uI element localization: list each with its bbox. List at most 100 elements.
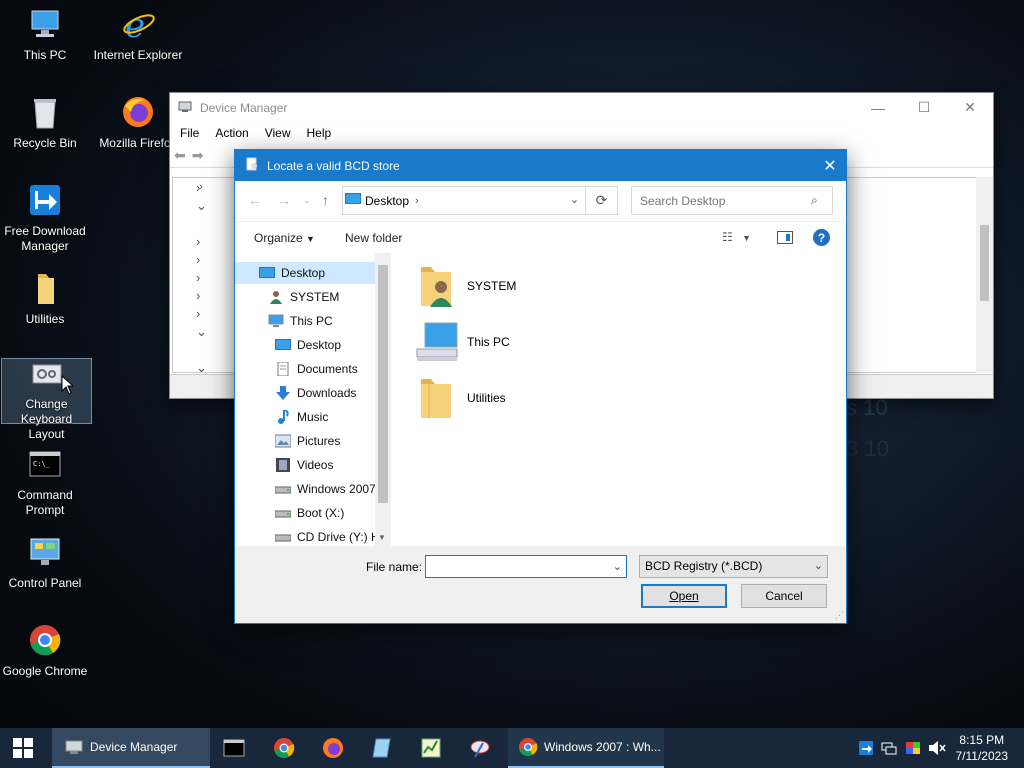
desktop-icon-control-panel[interactable]: Control Panel xyxy=(0,534,90,591)
taskbar-chrome[interactable] xyxy=(272,728,296,768)
nav-item-pictures[interactable]: Pictures xyxy=(274,430,340,452)
change-view-button[interactable]: ☷ ▼ xyxy=(722,230,751,244)
computer-icon xyxy=(27,6,63,42)
nav-item-this-pc[interactable]: This PC xyxy=(268,310,333,332)
desktop-icon-change-keyboard-layout[interactable]: Change Keyboard Layout xyxy=(1,358,92,441)
start-button[interactable] xyxy=(12,728,34,768)
chevron-right-icon[interactable]: › xyxy=(415,195,419,207)
nav-item-boot-drive[interactable]: Boot (X:) xyxy=(274,502,344,524)
scrollbar-thumb[interactable] xyxy=(980,225,989,301)
menu-help[interactable]: Help xyxy=(299,126,340,140)
search-input[interactable] xyxy=(631,186,833,215)
organize-button[interactable]: Organize ▼ xyxy=(254,231,315,245)
chevron-down-icon[interactable]: ⌄ xyxy=(814,556,823,577)
taskbar-notes[interactable] xyxy=(370,728,394,768)
nav-item-music[interactable]: Music xyxy=(275,406,328,428)
refresh-button[interactable]: ⟳ xyxy=(586,186,618,215)
desktop-icon-utilities[interactable]: Utilities xyxy=(0,270,90,327)
minimize-button[interactable]: — xyxy=(855,93,901,122)
nav-item-cd-drive[interactable]: CD Drive (Y:) H xyxy=(274,526,380,546)
chevron-down-icon[interactable]: ⌄ xyxy=(196,323,207,341)
cancel-button[interactable]: Cancel xyxy=(741,584,827,608)
file-type-select[interactable]: BCD Registry (*.BCD) ⌄ xyxy=(639,555,828,578)
up-arrow-icon[interactable]: ↑ xyxy=(322,192,329,208)
menu-view[interactable]: View xyxy=(257,126,299,140)
file-name-input[interactable]: ⌄ xyxy=(425,555,627,578)
preview-pane-icon[interactable] xyxy=(777,231,793,244)
user-icon xyxy=(268,290,284,304)
taskbar-chart-app[interactable] xyxy=(419,728,443,768)
nav-pane-scrollbar[interactable]: ▼ xyxy=(375,253,391,546)
dialog-app-icon xyxy=(245,157,259,174)
nav-item-windows-drive[interactable]: Windows 2007 xyxy=(274,478,376,500)
taskbar-paint-app[interactable] xyxy=(468,728,492,768)
command-bar: Organize ▼ New folder ☷ ▼ ? xyxy=(235,221,846,253)
download-manager-tray-icon[interactable] xyxy=(858,740,874,759)
chevron-right-icon[interactable]: › xyxy=(196,305,207,323)
chevron-down-icon[interactable]: ⌄ xyxy=(613,560,622,573)
dialog-titlebar[interactable]: Locate a valid BCD store xyxy=(235,150,846,181)
folder-icon xyxy=(421,379,451,418)
resize-grip-icon[interactable]: ⋰ xyxy=(835,610,844,621)
recent-locations-chevron-icon[interactable]: ⌄ xyxy=(303,195,311,206)
search-icon[interactable]: ⌕ xyxy=(811,193,818,208)
taskbar-device-manager[interactable]: Device Manager xyxy=(52,728,210,768)
nav-item-videos[interactable]: Videos xyxy=(275,454,333,476)
wallpaper-text: 3 10 xyxy=(846,436,889,461)
desktop-icon-internet-explorer[interactable]: e Internet Explorer xyxy=(93,6,183,63)
menu-file[interactable]: File xyxy=(172,126,207,140)
nav-item-downloads[interactable]: Downloads xyxy=(275,382,356,404)
taskbar: Device Manager Windows 2007 : Wh... 8:15… xyxy=(0,728,1024,768)
new-folder-button[interactable]: New folder xyxy=(345,231,402,245)
chrome-icon xyxy=(27,622,63,658)
desktop-icon-recycle-bin[interactable]: Recycle Bin xyxy=(0,94,90,151)
close-icon[interactable]: ✕ xyxy=(814,150,846,181)
vertical-scrollbar[interactable] xyxy=(976,177,993,373)
navigation-pane: Desktop SYSTEM This PC Desktop Documents… xyxy=(235,253,391,546)
chevron-right-icon[interactable]: › xyxy=(196,179,207,197)
back-arrow-icon[interactable]: ← xyxy=(248,192,262,208)
close-button[interactable]: ✕ xyxy=(947,93,993,122)
address-bar[interactable]: Desktop › ⌄ xyxy=(342,186,586,215)
taskbar-command-prompt[interactable] xyxy=(222,728,248,768)
nav-item-desktop[interactable]: Desktop xyxy=(235,262,375,284)
chevron-right-icon[interactable]: › xyxy=(196,251,207,269)
maximize-button[interactable]: ☐ xyxy=(901,93,947,122)
taskbar-chrome-window[interactable]: Windows 2007 : Wh... xyxy=(508,728,664,768)
desktop-folder-icon xyxy=(259,266,275,280)
windows-logo-icon xyxy=(13,738,33,758)
chevron-right-icon[interactable]: › xyxy=(196,233,207,251)
help-icon[interactable]: ? xyxy=(813,229,830,246)
network-icon[interactable] xyxy=(881,740,897,759)
menu-action[interactable]: Action xyxy=(207,126,256,140)
nav-item-system[interactable]: SYSTEM xyxy=(268,286,339,308)
desktop-icon-google-chrome[interactable]: Google Chrome xyxy=(0,622,90,679)
forward-arrow-icon[interactable]: ➡ xyxy=(192,147,204,164)
back-arrow-icon[interactable]: ⬅ xyxy=(174,147,186,164)
download-arrow-icon xyxy=(275,386,291,400)
scrollbar-thumb[interactable] xyxy=(378,265,388,503)
desktop-icon-command-prompt[interactable]: C:\_ Command Prompt xyxy=(0,446,90,518)
desktop-icon-label: Google Chrome xyxy=(2,664,88,678)
chevron-down-icon[interactable]: ⌄ xyxy=(570,193,579,206)
file-item-system[interactable]: SYSTEM xyxy=(415,263,516,309)
nav-item-documents[interactable]: Documents xyxy=(275,358,358,380)
open-button[interactable]: Open xyxy=(641,584,727,608)
volume-muted-icon[interactable] xyxy=(928,740,946,759)
file-item-utilities[interactable]: Utilities xyxy=(415,375,506,421)
address-location[interactable]: Desktop xyxy=(365,194,409,208)
desktop-icon-this-pc[interactable]: This PC xyxy=(0,6,90,63)
chevron-down-icon[interactable]: ⌄ xyxy=(196,197,207,215)
desktop-icon-free-download-manager[interactable]: Free Download Manager xyxy=(0,182,90,254)
color-display-icon[interactable] xyxy=(905,740,921,759)
scroll-down-icon[interactable]: ▼ xyxy=(378,533,386,542)
chevron-right-icon[interactable]: › xyxy=(196,269,207,287)
taskbar-firefox[interactable] xyxy=(321,728,345,768)
forward-arrow-icon[interactable]: → xyxy=(277,192,291,208)
file-item-this-pc[interactable]: This PC xyxy=(415,319,510,365)
nav-item-desktop-sub[interactable]: Desktop xyxy=(275,334,341,356)
system-clock[interactable]: 8:15 PM 7/11/2023 xyxy=(956,732,1009,764)
desktop-icon-label: Control Panel xyxy=(8,576,82,590)
chevron-right-icon[interactable]: › xyxy=(196,287,207,305)
locate-bcd-store-dialog: Locate a valid BCD store ✕ ← → ⌄ ↑ Deskt… xyxy=(235,150,846,623)
